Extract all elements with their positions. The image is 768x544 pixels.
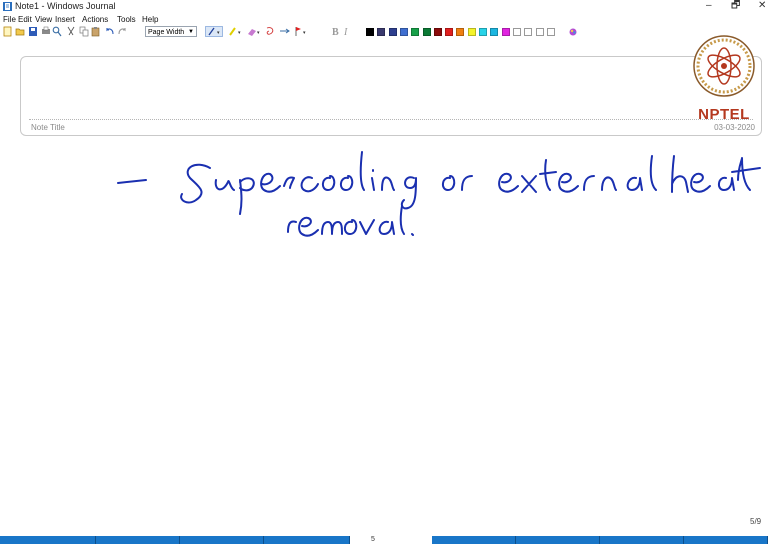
page-counter: 5/9 <box>750 517 762 526</box>
page-number: 5 <box>371 536 375 543</box>
taskbar-segment[interactable] <box>264 536 350 544</box>
taskbar-segment[interactable] <box>0 536 96 544</box>
taskbar-segment[interactable] <box>684 536 768 544</box>
taskbar-segment[interactable] <box>432 536 516 544</box>
ink-word-heat <box>671 155 761 193</box>
taskbar-segment[interactable] <box>600 536 684 544</box>
taskbar-segment[interactable] <box>516 536 600 544</box>
taskbar-segment[interactable] <box>180 536 264 544</box>
ink-canvas[interactable] <box>0 0 768 544</box>
ink-word-external <box>498 155 657 193</box>
ink-word-or <box>442 175 473 191</box>
taskbar-segment[interactable] <box>96 536 180 544</box>
ink-dash <box>117 179 147 184</box>
ink-word-removal <box>287 205 414 237</box>
taskbar <box>0 536 768 544</box>
ink-word-supercooling <box>180 151 417 215</box>
